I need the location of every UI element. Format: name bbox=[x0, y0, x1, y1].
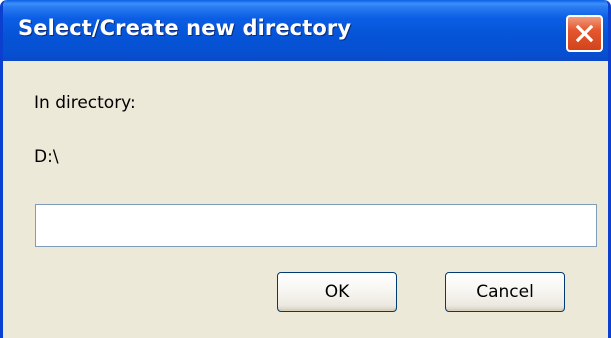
close-icon bbox=[575, 24, 594, 43]
in-directory-label: In directory: bbox=[34, 93, 136, 113]
title-bar[interactable]: Select/Create new directory bbox=[3, 0, 608, 61]
dialog-title: Select/Create new directory bbox=[18, 16, 352, 40]
current-path-label: D:\ bbox=[34, 147, 59, 167]
cancel-button[interactable]: Cancel bbox=[445, 272, 565, 312]
close-button[interactable] bbox=[566, 15, 603, 52]
dialog-window: Select/Create new directory In directory… bbox=[0, 0, 611, 338]
ok-button[interactable]: OK bbox=[277, 272, 397, 312]
dialog-content: In directory: D:\ OK Cancel bbox=[3, 61, 608, 338]
directory-name-input[interactable] bbox=[35, 204, 597, 247]
